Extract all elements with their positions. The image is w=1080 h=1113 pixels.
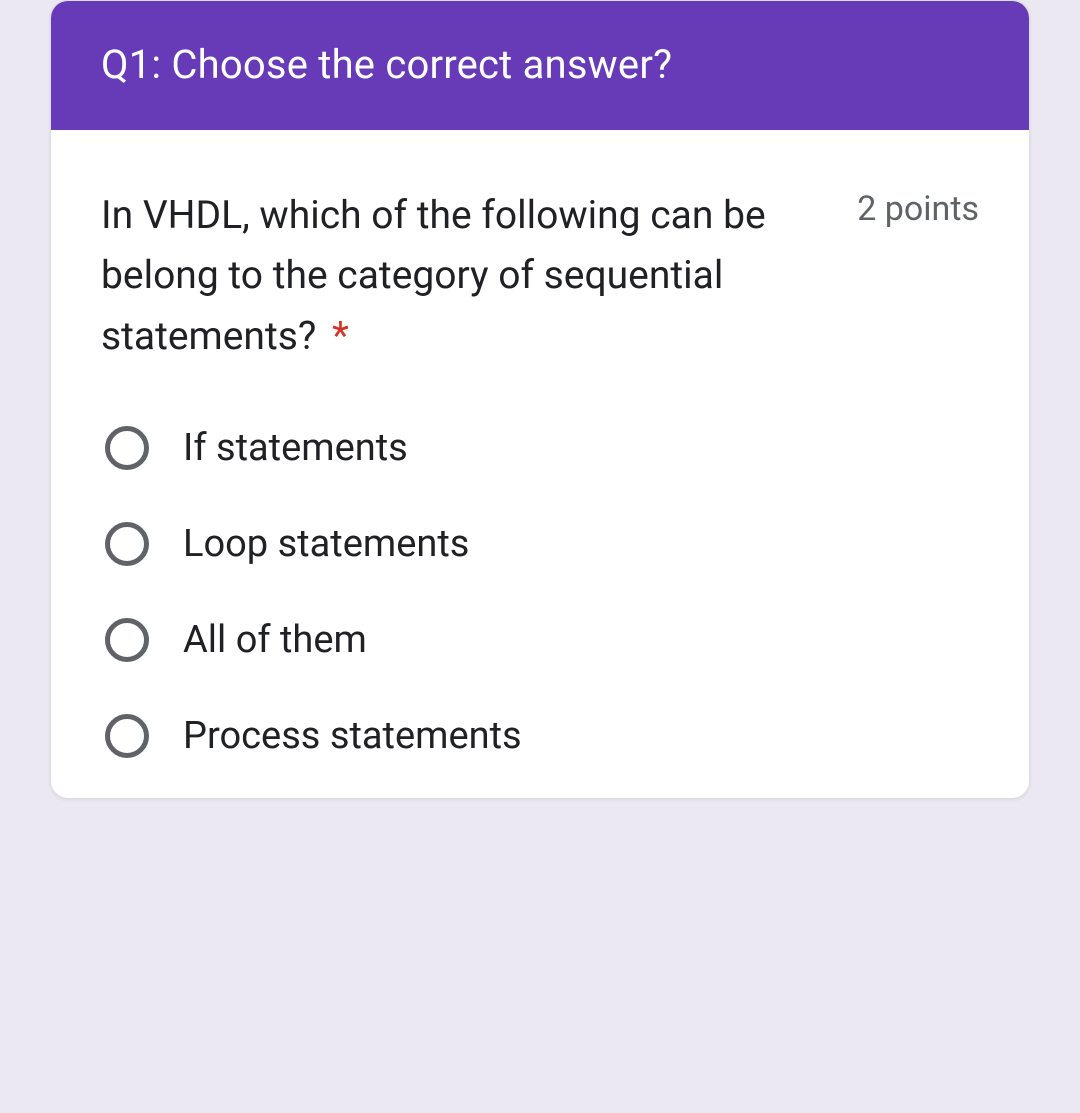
option-label: Process statements <box>183 714 522 758</box>
question-text: In VHDL, which of the following can be b… <box>101 185 817 366</box>
question-row: In VHDL, which of the following can be b… <box>101 185 979 366</box>
radio-icon[interactable] <box>105 426 149 470</box>
radio-icon[interactable] <box>105 618 149 662</box>
card-body: In VHDL, which of the following can be b… <box>51 130 1029 798</box>
points-label: 2 points <box>857 185 979 229</box>
question-prompt: In VHDL, which of the following can be b… <box>101 192 766 359</box>
option-loop-statements[interactable]: Loop statements <box>105 522 979 566</box>
radio-icon[interactable] <box>105 522 149 566</box>
option-process-statements[interactable]: Process statements <box>105 714 979 758</box>
section-title: Q1: Choose the correct answer? <box>101 41 672 88</box>
option-all-of-them[interactable]: All of them <box>105 618 979 662</box>
option-label: Loop statements <box>183 522 469 566</box>
options-list: If statements Loop statements All of the… <box>101 426 979 758</box>
option-if-statements[interactable]: If statements <box>105 426 979 470</box>
radio-icon[interactable] <box>105 714 149 758</box>
section-header: Q1: Choose the correct answer? <box>51 1 1029 130</box>
option-label: All of them <box>183 618 367 662</box>
question-card: Q1: Choose the correct answer? In VHDL, … <box>50 0 1030 799</box>
option-label: If statements <box>183 426 408 470</box>
required-asterisk: * <box>332 313 349 359</box>
